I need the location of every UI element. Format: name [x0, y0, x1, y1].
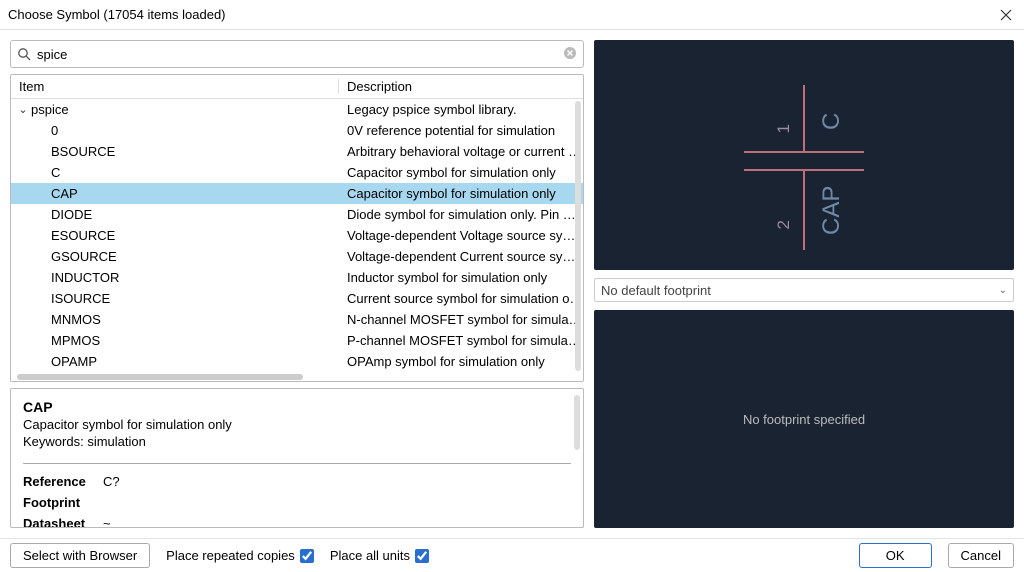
symbol-description: Current source symbol for simulation onl…	[339, 291, 583, 306]
symbol-description: Arbitrary behavioral voltage or current …	[339, 144, 583, 159]
symbol-name: GSOURCE	[11, 249, 339, 264]
symbol-row[interactable]: ISOURCECurrent source symbol for simulat…	[11, 288, 583, 309]
window-title: Choose Symbol (17054 items loaded)	[8, 7, 996, 22]
symbol-name: DIODE	[11, 207, 339, 222]
symbol-name: C	[11, 165, 339, 180]
column-header-item[interactable]: Item	[11, 79, 339, 94]
place-all-units-checkbox[interactable]: Place all units	[330, 548, 429, 563]
detail-description: Capacitor symbol for simulation only	[23, 417, 571, 432]
svg-text:2: 2	[774, 220, 793, 229]
search-input[interactable]	[37, 47, 557, 62]
place-all-units-input[interactable]	[415, 549, 429, 563]
symbol-row[interactable]: CCapacitor symbol for simulation only	[11, 162, 583, 183]
detail-separator	[23, 463, 571, 464]
footprint-dropdown[interactable]: No default footprint ⌄	[594, 278, 1014, 302]
svg-text:C: C	[818, 113, 845, 130]
symbol-name: MNMOS	[11, 312, 339, 327]
titlebar: Choose Symbol (17054 items loaded)	[0, 0, 1024, 30]
symbol-description: 0V reference potential for simulation	[339, 123, 583, 138]
detail-name: CAP	[23, 399, 571, 415]
symbol-preview: 1 2 C CAP	[594, 40, 1014, 270]
expander-icon[interactable]: ⌄	[15, 103, 31, 116]
footprint-preview: No footprint specified	[594, 310, 1014, 528]
symbol-row[interactable]: DIODEDiode symbol for simulation only. P…	[11, 204, 583, 225]
symbol-row[interactable]: GSOURCEVoltage-dependent Current source …	[11, 246, 583, 267]
symbol-row[interactable]: OPAMPOPAmp symbol for simulation only	[11, 351, 583, 372]
symbol-name: 0	[11, 123, 339, 138]
symbol-row[interactable]: ESOURCEVoltage-dependent Voltage source …	[11, 225, 583, 246]
place-repeated-checkbox[interactable]: Place repeated copies	[166, 548, 314, 563]
place-repeated-input[interactable]	[300, 549, 314, 563]
datasheet-value: ~	[103, 516, 111, 528]
chevron-down-icon: ⌄	[999, 285, 1007, 296]
reference-value: C?	[103, 474, 120, 489]
column-header-description[interactable]: Description	[339, 79, 583, 94]
detail-keywords: Keywords: simulation	[23, 434, 571, 449]
symbol-description: P-channel MOSFET symbol for simulation o	[339, 333, 583, 348]
symbol-description: OPAmp symbol for simulation only	[339, 354, 583, 369]
library-description: Legacy pspice symbol library.	[339, 102, 583, 117]
tree-horizontal-scrollbar-thumb[interactable]	[17, 374, 303, 380]
symbol-name: BSOURCE	[11, 144, 339, 159]
symbol-name: ISOURCE	[11, 291, 339, 306]
clear-search-icon[interactable]	[563, 46, 577, 63]
ok-button[interactable]: OK	[859, 543, 932, 568]
close-button[interactable]	[996, 5, 1016, 25]
symbol-name: CAP	[11, 186, 339, 201]
tree-header: Item Description	[11, 75, 583, 99]
symbol-name: OPAMP	[11, 354, 339, 369]
symbol-description: Voltage-dependent Current source symbo	[339, 249, 583, 264]
symbol-row[interactable]: BSOURCEArbitrary behavioral voltage or c…	[11, 141, 583, 162]
symbol-name: INDUCTOR	[11, 270, 339, 285]
reference-label: Reference	[23, 474, 103, 489]
svg-text:CAP: CAP	[818, 186, 845, 235]
symbol-row[interactable]: INDUCTORInductor symbol for simulation o…	[11, 267, 583, 288]
symbol-row[interactable]: MNMOSN-channel MOSFET symbol for simulat…	[11, 309, 583, 330]
cancel-button[interactable]: Cancel	[948, 543, 1014, 568]
tree-body[interactable]: ⌄pspiceLegacy pspice symbol library.00V …	[11, 99, 583, 373]
svg-text:1: 1	[774, 124, 793, 133]
footprint-preview-text: No footprint specified	[743, 412, 865, 427]
symbol-row[interactable]: MPMOSP-channel MOSFET symbol for simulat…	[11, 330, 583, 351]
symbol-tree: Item Description ⌄pspice Legacy pspice sy…	[10, 74, 584, 382]
detail-panel: CAP Capacitor symbol for simulation only…	[10, 388, 584, 528]
symbol-name: ESOURCE	[11, 228, 339, 243]
footprint-label: Footprint	[23, 495, 103, 510]
datasheet-label: Datasheet	[23, 516, 103, 528]
symbol-description: Voltage-dependent Voltage source symbo	[339, 228, 583, 243]
symbol-description: Diode symbol for simulation only. Pin or…	[339, 207, 583, 222]
symbol-description: Capacitor symbol for simulation only	[339, 186, 583, 201]
symbol-row[interactable]: 00V reference potential for simulation	[11, 120, 583, 141]
library-name: pspice	[31, 102, 69, 117]
close-icon	[1000, 9, 1012, 21]
symbol-description: N-channel MOSFET symbol for simulation	[339, 312, 583, 327]
select-with-browser-button[interactable]: Select with Browser	[10, 543, 150, 568]
search-icon	[17, 47, 31, 61]
search-field[interactable]	[10, 40, 584, 68]
tree-vertical-scrollbar[interactable]	[575, 101, 581, 371]
symbol-description: Capacitor symbol for simulation only	[339, 165, 583, 180]
symbol-name: MPMOS	[11, 333, 339, 348]
symbol-row[interactable]: CAPCapacitor symbol for simulation only	[11, 183, 583, 204]
footprint-dropdown-text: No default footprint	[601, 283, 711, 298]
library-row[interactable]: ⌄pspice Legacy pspice symbol library.	[11, 99, 583, 120]
detail-scrollbar[interactable]	[574, 395, 580, 450]
bottom-bar: Select with Browser Place repeated copie…	[0, 538, 1024, 572]
tree-horizontal-scrollbar-track[interactable]	[11, 373, 583, 381]
symbol-description: Inductor symbol for simulation only	[339, 270, 583, 285]
